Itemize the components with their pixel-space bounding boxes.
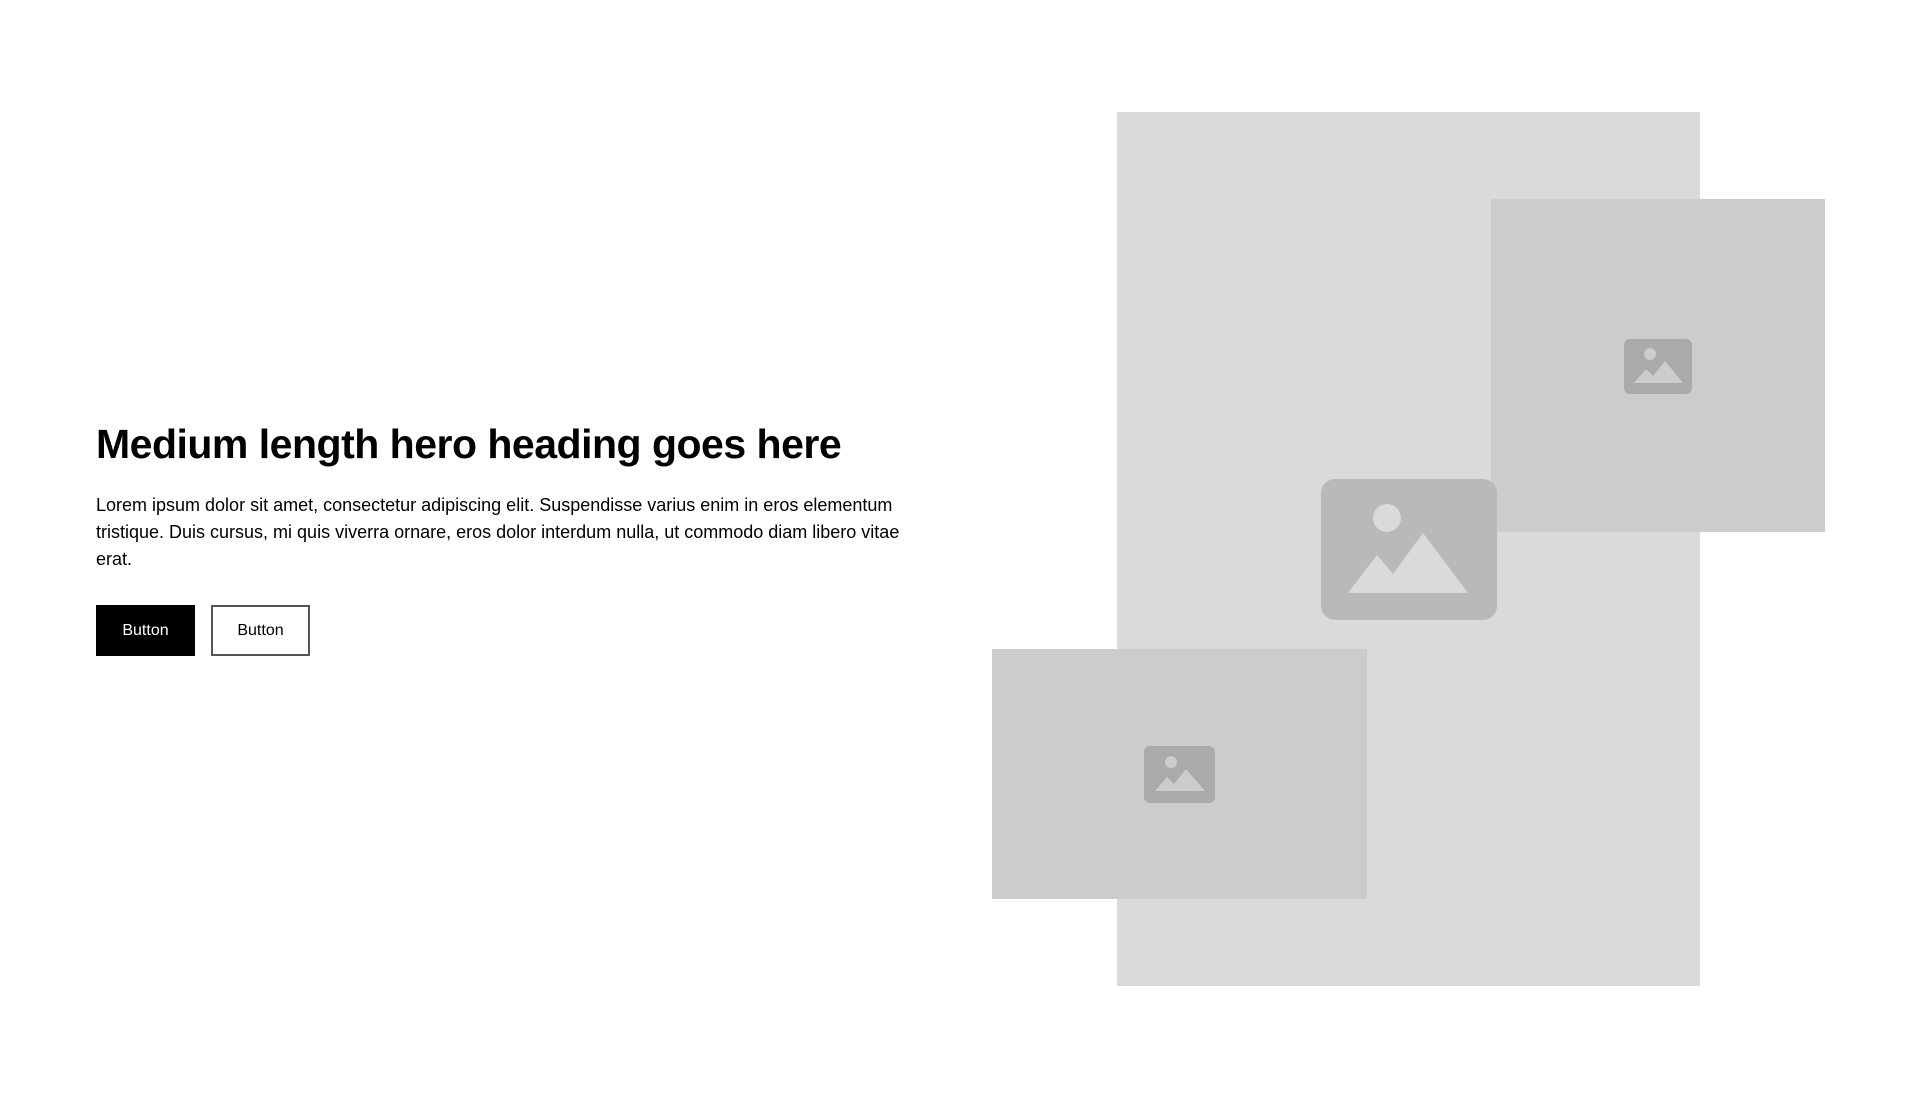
hero-description: Lorem ipsum dolor sit amet, consectetur … — [96, 495, 900, 570]
image-icon — [1144, 746, 1215, 803]
image-icon — [1321, 479, 1497, 620]
image-icon — [1624, 339, 1692, 394]
hero-content: Medium length hero heading goes here Lor… — [96, 420, 926, 657]
hero-section: Medium length hero heading goes here Lor… — [0, 0, 1920, 1098]
primary-button[interactable]: Button — [96, 605, 195, 657]
button-row: Button Button — [96, 605, 926, 657]
secondary-button[interactable]: Button — [211, 605, 310, 657]
hero-heading: Medium length hero heading goes here — [96, 421, 842, 467]
